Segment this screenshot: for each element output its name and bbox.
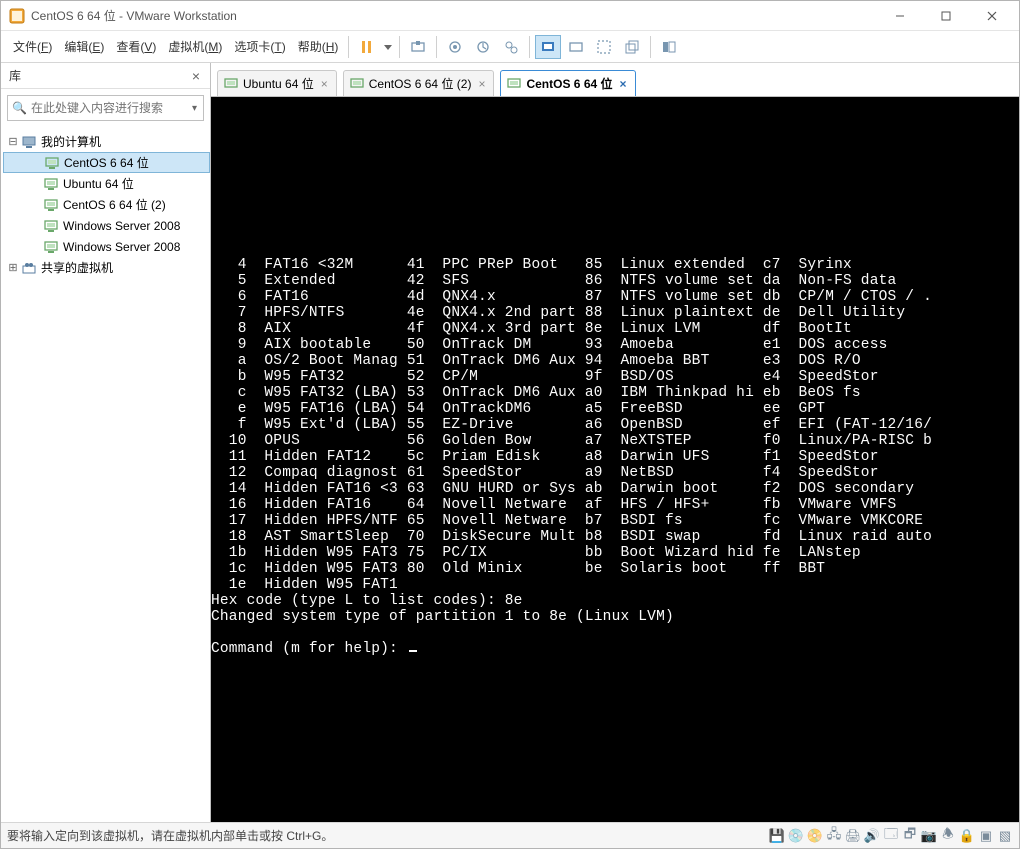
tree-item-label: Ubuntu 64 位 xyxy=(63,175,134,192)
maximize-button[interactable] xyxy=(923,2,969,30)
vm-tab[interactable]: Ubuntu 64 位 × xyxy=(217,70,337,96)
tree-shared-label: 共享的虚拟机 xyxy=(41,259,113,276)
vm-icon xyxy=(44,155,60,171)
tree-item-label: Windows Server 2008 xyxy=(63,240,180,254)
tree-item[interactable]: Windows Server 2008 xyxy=(3,236,210,257)
lock-icon[interactable]: 🔒 xyxy=(959,828,975,844)
vm-tab-label: CentOS 6 64 位 (2) xyxy=(369,75,472,92)
device-icons: 💾 💿 📀 🖧 🖨 🔊 🗔 🗗 📷 🕭 🔒 ▣ ▧ xyxy=(769,828,1013,844)
floppy-icon[interactable]: 📀 xyxy=(807,828,823,844)
tree-item-label: Windows Server 2008 xyxy=(63,219,180,233)
vm-tab-icon xyxy=(507,77,521,91)
console-text: 4 FAT16 <32M 41 PPC PReP Boot 85 Linux e… xyxy=(211,257,1019,641)
tree-item-label: CentOS 6 64 位 (2) xyxy=(63,196,166,213)
bluetooth-icon[interactable]: 🕭 xyxy=(940,828,956,844)
console-cursor xyxy=(409,650,417,652)
vm-tab-label: Ubuntu 64 位 xyxy=(243,75,314,92)
sound-icon[interactable]: 🔊 xyxy=(864,828,880,844)
menu-选项卡[interactable]: 选项卡(T) xyxy=(228,34,291,59)
vm-tab-label: CentOS 6 64 位 xyxy=(526,75,612,92)
menubar: 文件(F)编辑(E)查看(V)虚拟机(M)选项卡(T)帮助(H) xyxy=(1,31,1019,63)
tree-root-label: 我的计算机 xyxy=(41,133,101,150)
expander-icon[interactable]: ⊟ xyxy=(7,135,19,148)
menu-帮助[interactable]: 帮助(H) xyxy=(292,34,345,59)
statusbar: 要将输入定向到该虚拟机，请在虚拟机内部单击或按 Ctrl+G。 💾 💿 📀 🖧 … xyxy=(1,822,1019,848)
view-fullscreen-button[interactable] xyxy=(591,35,617,59)
view-console-button[interactable] xyxy=(535,35,561,59)
more-icon[interactable]: ▣ xyxy=(978,828,994,844)
sidebar-close-button[interactable]: × xyxy=(188,68,204,84)
menu-查看[interactable]: 查看(V) xyxy=(110,34,162,59)
snapshot-manager-button[interactable] xyxy=(498,35,524,59)
console-prompt-line: Command (m for help): xyxy=(211,641,1019,657)
toolbar-divider xyxy=(348,36,349,58)
app-icon xyxy=(9,8,25,24)
send-ctrl-alt-del-button[interactable] xyxy=(405,35,431,59)
tree-item[interactable]: CentOS 6 64 位 xyxy=(3,152,210,173)
expander-icon[interactable]: ⊞ xyxy=(7,261,19,274)
sidebar-title: 库 xyxy=(9,67,21,84)
library-tree[interactable]: ⊟ 我的计算机 CentOS 6 64 位 Ubuntu 64 位 CentOS 6… xyxy=(1,127,210,822)
vm-icon xyxy=(43,197,59,213)
vm-icon xyxy=(43,176,59,192)
snapshot-button[interactable] xyxy=(442,35,468,59)
tab-close-icon[interactable]: × xyxy=(476,77,487,91)
printer-icon[interactable]: 🗔 xyxy=(883,828,899,844)
tree-item-label: CentOS 6 64 位 xyxy=(64,154,149,171)
cd-icon[interactable]: 💿 xyxy=(788,828,804,844)
menu-虚拟机[interactable]: 虚拟机(M) xyxy=(162,34,228,59)
menu-编辑[interactable]: 编辑(E) xyxy=(58,34,110,59)
network-icon[interactable]: 🖧 xyxy=(826,828,842,844)
tab-close-icon[interactable]: × xyxy=(319,77,330,91)
usb-icon[interactable]: 🖨 xyxy=(845,828,861,844)
titlebar: CentOS 6 64 位 - VMware Workstation xyxy=(1,1,1019,31)
window-title: CentOS 6 64 位 - VMware Workstation xyxy=(31,7,877,24)
vm-tab-icon xyxy=(224,77,238,91)
tree-root-shared[interactable]: ⊞ 共享的虚拟机 xyxy=(3,257,210,278)
tree-root-my-computer[interactable]: ⊟ 我的计算机 xyxy=(3,131,210,152)
harddisk-icon[interactable]: 💾 xyxy=(769,828,785,844)
pause-button[interactable] xyxy=(354,35,380,59)
tab-close-icon[interactable]: × xyxy=(618,77,629,91)
display-icon[interactable]: 🗗 xyxy=(902,828,918,844)
minimize-button[interactable] xyxy=(877,2,923,30)
library-sidebar: 库 × 🔍 ▾ ⊟ 我的计算机 CentOS 6 64 位 Ubuntu 64 位… xyxy=(1,63,211,822)
library-toggle-button[interactable] xyxy=(656,35,682,59)
vm-icon xyxy=(43,239,59,255)
close-button[interactable] xyxy=(969,2,1015,30)
view-unity-button[interactable] xyxy=(619,35,645,59)
view-stretch-button[interactable] xyxy=(563,35,589,59)
computer-icon xyxy=(21,134,37,150)
vm-tab[interactable]: CentOS 6 64 位 (2) × xyxy=(343,70,495,96)
search-dropdown-icon[interactable]: ▾ xyxy=(190,103,199,114)
library-search[interactable]: 🔍 ▾ xyxy=(7,95,204,121)
revert-snapshot-button[interactable] xyxy=(470,35,496,59)
menu-文件[interactable]: 文件(F) xyxy=(7,34,58,59)
tree-item[interactable]: CentOS 6 64 位 (2) xyxy=(3,194,210,215)
vm-tab[interactable]: CentOS 6 64 位 × xyxy=(500,70,635,96)
search-icon: 🔍 xyxy=(12,101,27,115)
status-message: 要将输入定向到该虚拟机，请在虚拟机内部单击或按 Ctrl+G。 xyxy=(7,827,769,844)
pause-dropdown[interactable] xyxy=(382,35,394,59)
vm-tabstrip: Ubuntu 64 位×CentOS 6 64 位 (2)×CentOS 6 6… xyxy=(211,63,1019,97)
search-input[interactable] xyxy=(31,101,190,115)
tree-item[interactable]: Ubuntu 64 位 xyxy=(3,173,210,194)
vm-tab-icon xyxy=(350,77,364,91)
tree-item[interactable]: Windows Server 2008 xyxy=(3,215,210,236)
vm-icon xyxy=(43,218,59,234)
vm-console[interactable]: 4 FAT16 <32M 41 PPC PReP Boot 85 Linux e… xyxy=(211,97,1019,822)
more-icon-2[interactable]: ▧ xyxy=(997,828,1013,844)
camera-icon[interactable]: 📷 xyxy=(921,828,937,844)
shared-icon xyxy=(21,260,37,276)
